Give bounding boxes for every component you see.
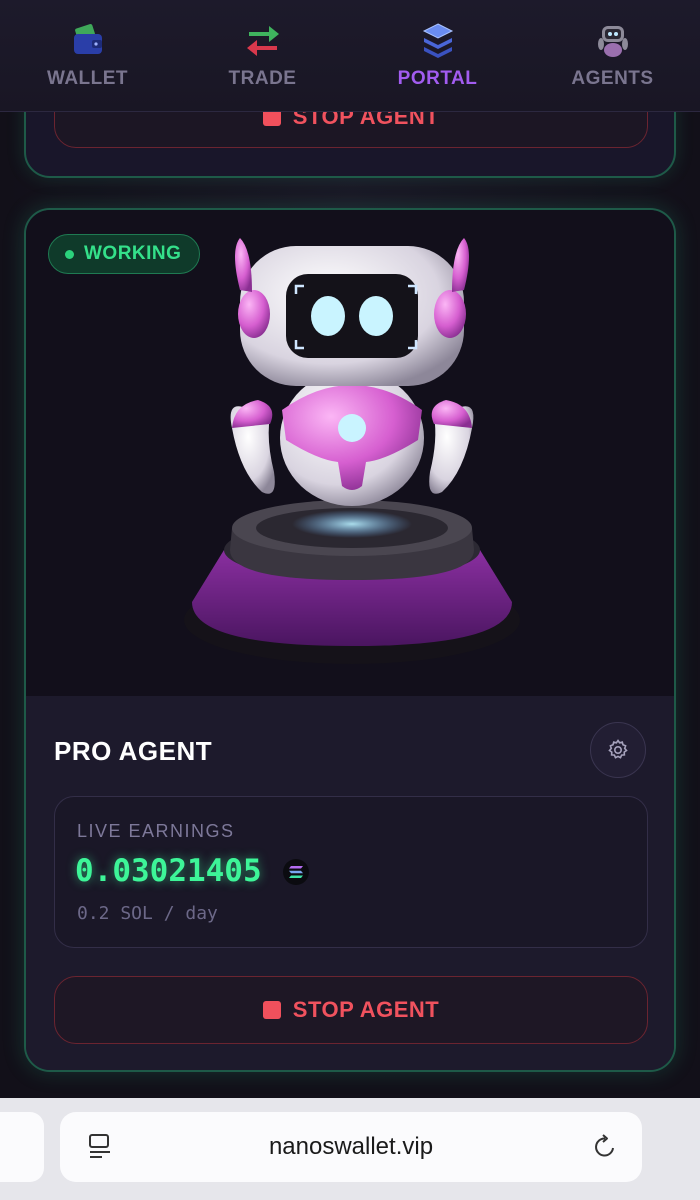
stop-square-icon <box>262 1001 281 1019</box>
reload-icon[interactable] <box>590 1132 620 1162</box>
address-bar[interactable]: nanoswallet.vip <box>60 1112 642 1182</box>
gear-icon <box>608 739 628 759</box>
browser-bar: nanoswallet.vip <box>0 1098 700 1200</box>
status-dot-icon <box>65 249 74 259</box>
previous-tab[interactable] <box>0 1112 44 1182</box>
stop-agent-label: STOP AGENT <box>292 997 440 1022</box>
nav-item-portal[interactable]: PORTAL <box>350 0 525 111</box>
solana-icon <box>283 859 309 885</box>
portal-layers-icon <box>422 23 453 58</box>
earnings-label: LIVE EARNINGS <box>77 821 235 841</box>
robot-illustration <box>184 238 520 664</box>
reader-mode-icon[interactable] <box>86 1132 114 1162</box>
wallet-icon <box>73 24 102 54</box>
stop-agent-button[interactable]: STOP AGENT <box>54 976 648 1044</box>
earnings-value: 0.03021405 <box>75 853 262 889</box>
agent-card-body: PRO AGENT LIVE EARNINGS 0.03021405 0.2 S… <box>26 696 674 1070</box>
trade-arrows-icon <box>246 26 279 56</box>
live-earnings-panel: LIVE EARNINGS 0.03021405 0.2 SOL / day <box>54 796 648 948</box>
url-text: nanoswallet.vip <box>268 1133 434 1160</box>
nav-item-trade[interactable]: TRADE <box>175 0 350 111</box>
nav-item-wallet[interactable]: WALLET <box>0 0 175 111</box>
robot-icon <box>597 26 628 57</box>
nav-label: WALLET <box>46 68 129 89</box>
agent-card: WORKING PRO AGENT LIVE EARNINGS 0.030214… <box>24 208 676 1072</box>
agent-settings-button[interactable] <box>590 722 646 778</box>
status-badge: WORKING <box>48 234 201 274</box>
status-text: WORKING <box>84 243 182 264</box>
page-scroll-area[interactable]: STOP AGENT WORKING PRO AGENT LIVE EARNIN… <box>0 0 700 1098</box>
nav-label: PORTAL <box>397 68 478 89</box>
top-navigation: WALLET TRADE PORTAL AGENTS <box>0 0 700 112</box>
agent-name: PRO AGENT <box>54 736 213 766</box>
nav-label: TRADE <box>228 68 297 89</box>
agent-hero-image <box>26 210 674 696</box>
nav-label: AGENTS <box>571 68 654 89</box>
nav-item-agents[interactable]: AGENTS <box>525 0 700 111</box>
earnings-rate: 0.2 SOL / day <box>77 903 218 924</box>
